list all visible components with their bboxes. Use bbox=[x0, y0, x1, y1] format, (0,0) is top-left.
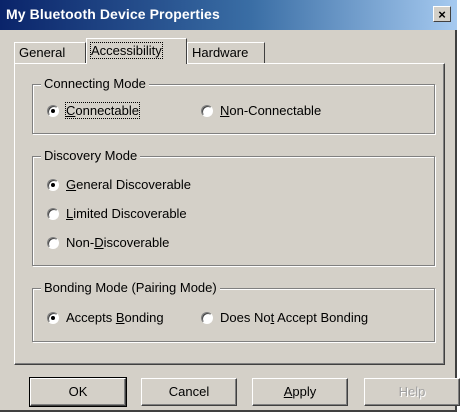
radio-checked-icon bbox=[47, 178, 59, 191]
does-not-accept-bonding-label: Does Not Accept Bonding bbox=[220, 310, 369, 325]
accepts-bonding-label: Accepts Bonding bbox=[66, 310, 164, 325]
mnemonic-c: C bbox=[66, 103, 76, 118]
non-connectable-label: Non-Connectable bbox=[220, 103, 322, 118]
close-button[interactable]: × bbox=[433, 6, 451, 22]
non-discoverable-label: Non-Discoverable bbox=[66, 235, 170, 250]
mnemonic-t: t bbox=[270, 310, 275, 325]
discovery-mode-group: Discovery Mode General Discoverable Limi… bbox=[32, 148, 435, 266]
dialog-button-row: OK Cancel Apply Help bbox=[0, 377, 460, 408]
help-button[interactable]: Help bbox=[364, 378, 460, 406]
tab-accessibility[interactable]: Accessibility bbox=[86, 38, 187, 64]
tab-hardware[interactable]: Hardware bbox=[187, 42, 265, 63]
window-title: My Bluetooth Device Properties bbox=[6, 6, 220, 22]
tab-general[interactable]: General bbox=[14, 42, 86, 63]
mnemonic-b: B bbox=[115, 310, 125, 325]
radio-checked-icon bbox=[47, 104, 59, 117]
radio-unchecked-icon bbox=[201, 104, 213, 117]
tab-accessibility-label: Accessibility bbox=[90, 42, 163, 59]
general-discoverable-label: General Discoverable bbox=[66, 177, 192, 192]
cancel-button[interactable]: Cancel bbox=[141, 378, 237, 406]
apply-button[interactable]: Apply bbox=[252, 378, 348, 406]
bonding-mode-label: Bonding Mode (Pairing Mode) bbox=[41, 280, 220, 296]
connectable-label: Connectable bbox=[64, 102, 141, 119]
bonding-mode-group: Bonding Mode (Pairing Mode) Accepts Bond… bbox=[32, 280, 435, 342]
limited-discoverable-radio[interactable]: Limited Discoverable bbox=[47, 206, 187, 221]
discovery-mode-label: Discovery Mode bbox=[41, 148, 141, 164]
non-connectable-radio[interactable]: Non-Connectable bbox=[201, 103, 321, 118]
ok-button[interactable]: OK bbox=[29, 377, 127, 407]
does-not-accept-bonding-radio[interactable]: Does Not Accept Bonding bbox=[201, 310, 368, 325]
general-discoverable-radio[interactable]: General Discoverable bbox=[47, 177, 191, 192]
limited-discoverable-label: Limited Discoverable bbox=[66, 206, 187, 221]
connectable-radio[interactable]: Connectable bbox=[47, 102, 141, 119]
mnemonic-d: D bbox=[94, 235, 104, 250]
radio-checked-icon bbox=[47, 311, 59, 324]
connecting-mode-group: Connecting Mode Connectable Non-Connecta… bbox=[32, 76, 435, 134]
radio-unchecked-icon bbox=[47, 207, 59, 220]
properties-dialog: My Bluetooth Device Properties × General… bbox=[0, 0, 460, 412]
mnemonic-l: L bbox=[66, 206, 74, 221]
radio-unchecked-icon bbox=[201, 311, 213, 324]
mnemonic-n: N bbox=[220, 103, 230, 118]
connecting-mode-label: Connecting Mode bbox=[41, 76, 149, 92]
mnemonic-g: G bbox=[66, 177, 77, 192]
accepts-bonding-radio[interactable]: Accepts Bonding bbox=[47, 310, 164, 325]
radio-unchecked-icon bbox=[47, 236, 59, 249]
title-bar[interactable]: My Bluetooth Device Properties × bbox=[0, 0, 457, 30]
mnemonic-a: A bbox=[283, 384, 293, 399]
non-discoverable-radio[interactable]: Non-Discoverable bbox=[47, 235, 169, 250]
